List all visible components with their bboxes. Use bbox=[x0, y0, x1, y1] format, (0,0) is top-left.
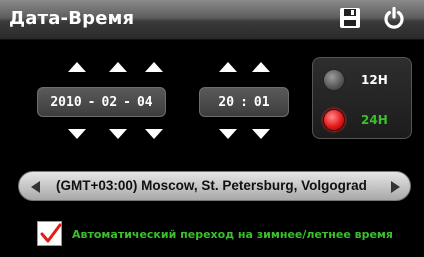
minute-decrement-button[interactable] bbox=[252, 129, 270, 139]
date-separator: - bbox=[123, 94, 131, 110]
date-field: 2010 - 02 - 04 bbox=[37, 87, 166, 117]
save-icon bbox=[340, 8, 360, 28]
timezone-selector[interactable]: (GMT+03:00) Moscow, St. Petersburg, Volg… bbox=[18, 171, 411, 201]
timezone-next-button[interactable] bbox=[388, 179, 402, 193]
radio-24h[interactable] bbox=[323, 109, 345, 131]
title-bar: Дата-Время bbox=[0, 0, 424, 40]
timezone-prev-button[interactable] bbox=[29, 179, 43, 193]
save-button[interactable] bbox=[338, 6, 362, 30]
hour-decrement-button[interactable] bbox=[219, 129, 237, 139]
minute-increment-button[interactable] bbox=[252, 62, 270, 72]
month-value[interactable]: 02 bbox=[102, 95, 118, 110]
chevron-left-icon bbox=[31, 181, 40, 193]
power-button[interactable] bbox=[382, 6, 406, 30]
month-increment-button[interactable] bbox=[109, 62, 127, 72]
year-value[interactable]: 2010 bbox=[50, 95, 81, 110]
option-12h[interactable]: 12H bbox=[323, 66, 407, 94]
checkmark-icon bbox=[40, 223, 62, 243]
time-field: 20 : 01 bbox=[199, 87, 289, 117]
date-separator: - bbox=[87, 94, 96, 110]
day-increment-button[interactable] bbox=[145, 62, 163, 72]
timezone-value: (GMT+03:00) Moscow, St. Petersburg, Volg… bbox=[56, 178, 367, 193]
page-title: Дата-Время bbox=[9, 8, 135, 29]
clock-format-panel: 12H 24H bbox=[312, 57, 412, 139]
time-separator: : bbox=[240, 94, 248, 110]
label-24h: 24H bbox=[361, 113, 388, 127]
day-value[interactable]: 04 bbox=[137, 95, 153, 110]
year-increment-button[interactable] bbox=[68, 62, 86, 72]
dst-label: Автоматический переход на зимнее/летнее … bbox=[72, 228, 393, 241]
day-decrement-button[interactable] bbox=[145, 129, 163, 139]
minute-value[interactable]: 01 bbox=[254, 95, 270, 110]
year-decrement-button[interactable] bbox=[68, 129, 86, 139]
option-24h[interactable]: 24H bbox=[323, 106, 407, 134]
power-icon bbox=[384, 6, 404, 29]
dst-checkbox[interactable] bbox=[37, 221, 62, 246]
label-12h: 12H bbox=[361, 73, 388, 87]
radio-12h[interactable] bbox=[323, 69, 345, 91]
chevron-right-icon bbox=[391, 181, 400, 193]
hour-value[interactable]: 20 bbox=[218, 95, 234, 110]
month-decrement-button[interactable] bbox=[109, 129, 127, 139]
hour-increment-button[interactable] bbox=[219, 62, 237, 72]
